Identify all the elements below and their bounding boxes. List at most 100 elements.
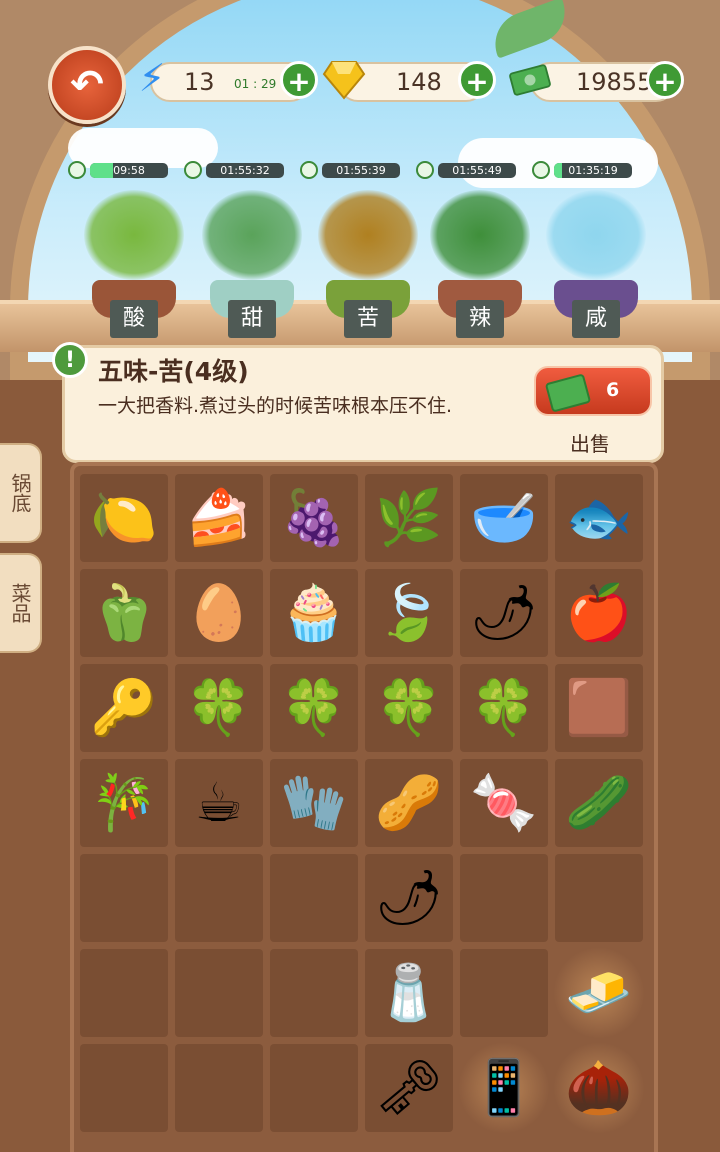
grid-cell-brown-sugar[interactable]: 🟫 — [555, 664, 643, 752]
brown-sugar-icon: 🟫 — [565, 676, 633, 739]
bitter-melon-icon: 🥒 — [565, 771, 633, 834]
plant-foliage — [202, 190, 302, 280]
grid-cell-clover[interactable]: 🍀 — [175, 664, 263, 752]
energy-timer: 01 : 29 — [234, 77, 277, 91]
grid-cell-dried-fish[interactable]: 🐟 — [555, 474, 643, 562]
plant-2[interactable]: 甜 — [196, 190, 308, 340]
car-key-icon: 🔑 — [90, 676, 158, 739]
item-description: 一大把香料.煮过头的时候苦味根本压不住. — [98, 395, 453, 417]
timer-text: 09:58 — [113, 164, 145, 177]
butter-icon: 🧈 — [565, 961, 633, 1024]
candy-icon: 🍬 — [470, 771, 538, 834]
grid-cell-glove[interactable]: 🧤 — [270, 759, 358, 847]
grid-cell-tea-leaves[interactable]: 🍃 — [365, 569, 453, 657]
grid-cell-empty[interactable] — [460, 854, 548, 942]
grid-cell-coffee-beans[interactable]: ☕ — [175, 759, 263, 847]
grid-cell-clover[interactable]: 🍀 — [365, 664, 453, 752]
grid-cell-empty[interactable] — [80, 854, 168, 942]
grid-cell-car-key[interactable]: 🔑 — [80, 664, 168, 752]
hawthorn-icon: 🍎 — [565, 581, 633, 644]
tab-label: 锅底 — [8, 473, 32, 513]
clock-icon — [532, 161, 550, 179]
grid-cell-empty[interactable] — [175, 854, 263, 942]
plant-label: 辣 — [456, 300, 504, 338]
plant-timer: 01:35:19 — [532, 161, 632, 179]
plant-4[interactable]: 辣 — [424, 190, 536, 340]
info-icon: ! — [52, 342, 88, 378]
glove-icon: 🧤 — [280, 771, 348, 834]
grid-cell-empty[interactable] — [175, 949, 263, 1037]
grid-cell-phone[interactable]: 📱 — [460, 1044, 548, 1132]
clock-icon — [300, 161, 318, 179]
energy-value: 13 — [184, 68, 215, 96]
phone-icon: 📱 — [470, 1056, 538, 1119]
back-button[interactable]: ↶ — [48, 46, 126, 124]
grid-cell-walnut[interactable]: 🌰 — [555, 1044, 643, 1132]
cash-plus-button[interactable]: + — [646, 61, 684, 99]
grid-cell-tamarind[interactable]: 🌿 — [365, 474, 453, 562]
grid-cell-empty[interactable] — [175, 1044, 263, 1132]
grid-cell-sugarcane[interactable]: 🎋 — [80, 759, 168, 847]
timer-bar: 09:58 — [90, 163, 168, 178]
gem-icon — [322, 58, 366, 102]
clover-icon: 🍀 — [375, 676, 443, 739]
plant-label: 咸 — [572, 300, 620, 338]
grid-cell-butter[interactable]: 🧈 — [555, 949, 643, 1037]
plant-timer: 09:58 — [68, 161, 168, 179]
grid-cell-bell-pepper[interactable]: 🫑 — [80, 569, 168, 657]
plant-5[interactable]: 咸 — [540, 190, 652, 340]
cash-value: 19855 — [576, 68, 653, 96]
sugarcane-icon: 🎋 — [90, 771, 158, 834]
grid-cell-clover[interactable]: 🍀 — [460, 664, 548, 752]
plant-label: 苦 — [344, 300, 392, 338]
grid-cell-bitter-melon[interactable]: 🥒 — [555, 759, 643, 847]
grid-cell-empty[interactable] — [270, 1044, 358, 1132]
sell-button[interactable]: 6 — [534, 366, 652, 416]
tab-pot-base[interactable]: 锅底 — [0, 443, 42, 543]
tab-label: 菜品 — [8, 583, 32, 623]
coffee-beans-icon: ☕ — [194, 771, 244, 834]
clover-icon: 🍀 — [470, 676, 538, 739]
grid-cell-candy[interactable]: 🍬 — [460, 759, 548, 847]
gems-plus-button[interactable]: + — [458, 61, 496, 99]
plant-label: 甜 — [228, 300, 276, 338]
grid-cell-empty[interactable] — [270, 854, 358, 942]
grid-cell-lime[interactable]: 🍋 — [80, 474, 168, 562]
grid-cell-chili-powder[interactable]: 🥣 — [460, 474, 548, 562]
red-peppers-icon: 🌶 — [469, 581, 539, 644]
grid-cell-raspberry[interactable]: 🍇 — [270, 474, 358, 562]
clover-icon: 🍀 — [280, 676, 348, 739]
chili-powder-icon: 🥣 — [470, 486, 538, 549]
cream-puff-icon: 🧁 — [280, 581, 348, 644]
grid-cell-red-peppers[interactable]: 🌶 — [460, 569, 548, 657]
clover-icon: 🍀 — [185, 676, 253, 739]
walnut-icon: 🌰 — [565, 1056, 633, 1119]
grid-cell-spices[interactable]: 🥜 — [365, 759, 453, 847]
grid-cell-empty[interactable] — [460, 949, 548, 1037]
plant-3[interactable]: 苦 — [312, 190, 424, 340]
item-title: 五味-苦(4级) — [98, 357, 249, 386]
energy-plus-button[interactable]: + — [280, 61, 318, 99]
key-icon: 🗝 — [374, 1056, 444, 1119]
plant-foliage — [430, 190, 530, 280]
salt-icon: 🧂 — [375, 961, 443, 1024]
grid-cell-green-peppers[interactable]: 🌶 — [365, 854, 453, 942]
grid-cell-empty[interactable] — [270, 949, 358, 1037]
grid-cell-cream-puff[interactable]: 🧁 — [270, 569, 358, 657]
plant-1[interactable]: 酸 — [78, 190, 190, 340]
tea-leaves-icon: 🍃 — [375, 581, 443, 644]
tab-dishes[interactable]: 菜品 — [0, 553, 42, 653]
grid-cell-salt[interactable]: 🧂 — [365, 949, 453, 1037]
tamarind-icon: 🌿 — [375, 486, 443, 549]
grid-cell-empty[interactable] — [80, 1044, 168, 1132]
green-peppers-icon: 🌶 — [374, 866, 444, 929]
grid-cell-empty[interactable] — [80, 949, 168, 1037]
raspberry-icon: 🍇 — [280, 486, 348, 549]
grid-cell-empty[interactable] — [555, 854, 643, 942]
grid-cell-cake[interactable]: 🍰 — [175, 474, 263, 562]
grid-cell-key[interactable]: 🗝 — [365, 1044, 453, 1132]
grid-cell-salted-egg[interactable]: 🥚 — [175, 569, 263, 657]
lightning-icon: ⚡ — [138, 56, 166, 100]
grid-cell-hawthorn[interactable]: 🍎 — [555, 569, 643, 657]
grid-cell-clover[interactable]: 🍀 — [270, 664, 358, 752]
